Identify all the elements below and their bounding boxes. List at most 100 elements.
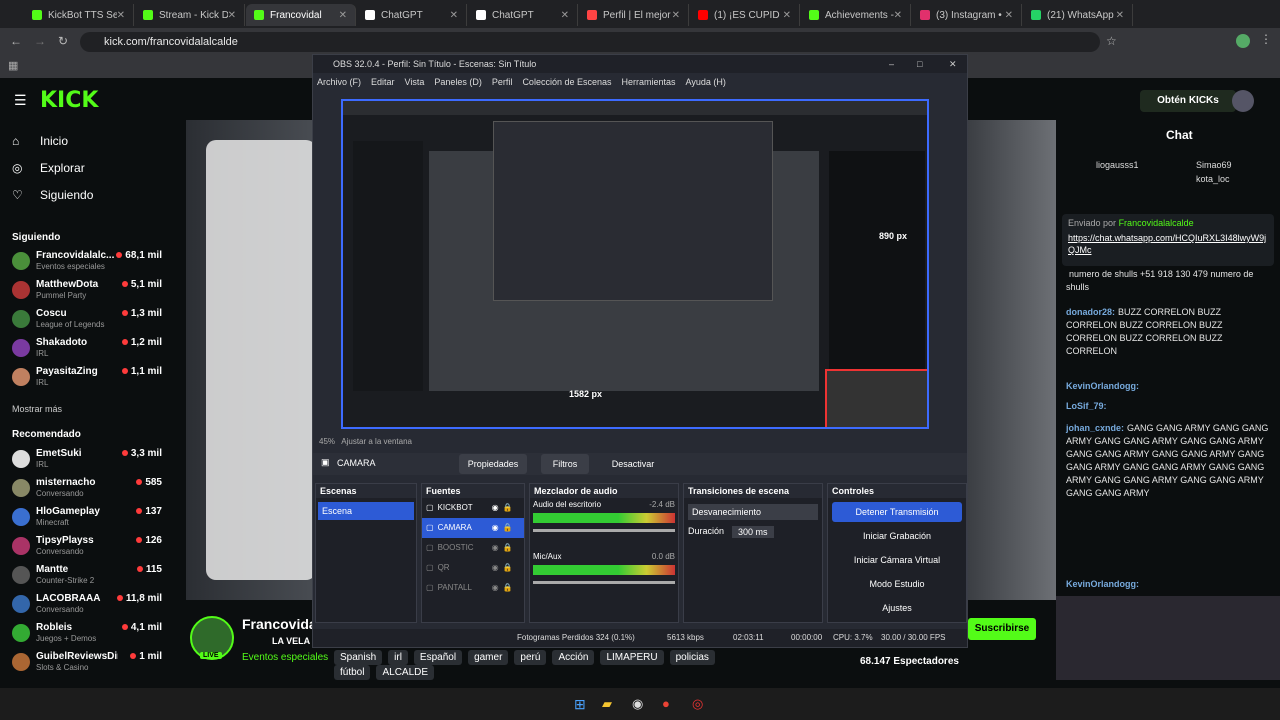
nav-explorar[interactable]: ◎ Explorar bbox=[12, 161, 85, 175]
browser-tab[interactable]: KickBot TTS Settin✕ bbox=[24, 4, 134, 26]
chrome-icon[interactable]: ● bbox=[662, 696, 670, 711]
transition-select[interactable]: Desvanecimiento bbox=[688, 504, 818, 520]
stream-tag[interactable]: Spanish bbox=[334, 650, 383, 665]
fit-text[interactable]: Ajustar a la ventana bbox=[341, 437, 412, 446]
kick-logo[interactable]: KICK bbox=[40, 88, 98, 113]
source-item[interactable]: ▢ QR ◉ 🔒 bbox=[422, 558, 524, 578]
following-channel[interactable]: Shakadoto IRL 1,2 mil bbox=[12, 337, 162, 363]
apps-grid-icon[interactable]: ▦ bbox=[8, 59, 18, 72]
recommended-channel[interactable]: HloGameplay Minecraft 137 bbox=[12, 506, 162, 532]
tab-close-icon[interactable]: ✕ bbox=[228, 10, 236, 21]
nav-inicio[interactable]: ⌂ Inicio bbox=[12, 134, 68, 148]
get-kicks-button[interactable]: Obtén KICKs bbox=[1140, 90, 1236, 112]
stream-tag[interactable]: fútbol bbox=[334, 665, 371, 680]
show-more-link[interactable]: Mostrar más bbox=[12, 404, 62, 414]
url-input[interactable]: kick.com/francovidalalcalde bbox=[80, 32, 1100, 52]
obs-menu-item[interactable]: Editar bbox=[371, 77, 395, 87]
chat-username[interactable]: KevinOrlandogg: bbox=[1066, 381, 1139, 391]
chat-username[interactable]: donador28: bbox=[1066, 307, 1115, 317]
tab-close-icon[interactable]: ✕ bbox=[450, 10, 458, 21]
lock-icon[interactable]: 🔒 bbox=[503, 558, 513, 578]
stream-tag[interactable]: Español bbox=[413, 650, 463, 665]
maximize-icon[interactable]: □ bbox=[917, 55, 922, 73]
source-item[interactable]: ▢ BOOSTIC ◉ 🔒 bbox=[422, 538, 524, 558]
chat-username[interactable]: LoSif_79: bbox=[1066, 401, 1107, 411]
eye-icon[interactable]: ◉ bbox=[492, 538, 499, 558]
eye-icon[interactable]: ◉ bbox=[492, 558, 499, 578]
source-item[interactable]: ▢ CAMARA ◉ 🔒 bbox=[422, 518, 524, 538]
user-avatar[interactable] bbox=[1232, 90, 1254, 112]
hamburger-icon[interactable]: ☰ bbox=[14, 92, 27, 109]
lock-icon[interactable]: 🔒 bbox=[503, 578, 513, 598]
forward-icon[interactable]: → bbox=[34, 34, 46, 48]
chat-username[interactable]: johan_cxnde: bbox=[1066, 423, 1124, 433]
tab-close-icon[interactable]: ✕ bbox=[894, 10, 902, 21]
stream-tag[interactable]: perú bbox=[514, 650, 547, 665]
recommended-channel[interactable]: Mantte Counter-Strike 2 115 bbox=[12, 564, 162, 590]
minimize-icon[interactable]: – bbox=[889, 55, 894, 73]
obs-menu-item[interactable]: Herramientas bbox=[622, 77, 676, 87]
obs-menu-item[interactable]: Perfil bbox=[492, 77, 513, 87]
stream-category[interactable]: Eventos especiales bbox=[242, 652, 328, 663]
browser-tab[interactable]: Stream - Kick Da ✕ bbox=[135, 4, 245, 26]
tab-close-icon[interactable]: ✕ bbox=[117, 10, 125, 21]
pinned-message[interactable]: Enviado por Francovidalalcalde https://c… bbox=[1062, 214, 1274, 266]
tab-close-icon[interactable]: ✕ bbox=[339, 10, 347, 21]
tab-close-icon[interactable]: ✕ bbox=[783, 10, 791, 21]
tab-close-icon[interactable]: ✕ bbox=[1116, 10, 1124, 21]
recommended-channel[interactable]: LACOBRAAA Conversando 11,8 mil bbox=[12, 593, 162, 619]
lock-icon[interactable]: 🔒 bbox=[503, 498, 513, 518]
obs-preview[interactable]: 890 px 1582 px bbox=[341, 99, 929, 429]
following-channel[interactable]: Francovidalalc... Eventos especiales 68,1 … bbox=[12, 250, 162, 276]
stream-tag[interactable]: policias bbox=[669, 650, 715, 665]
control-button[interactable]: Iniciar Cámara Virtual bbox=[832, 550, 962, 570]
recommended-channel[interactable]: Robleis Juegos + Demos 4,1 mil bbox=[12, 622, 162, 648]
browser-tab[interactable]: (1) ¡ES CUPID ✕ bbox=[690, 4, 800, 26]
obs-menu-item[interactable]: Ayuda (H) bbox=[686, 77, 726, 87]
tab-close-icon[interactable]: ✕ bbox=[1005, 10, 1013, 21]
recommended-channel[interactable]: misternacho Conversando 585 bbox=[12, 477, 162, 503]
browser-tab[interactable]: ChatGPT ✕ bbox=[468, 4, 578, 26]
windows-start-icon[interactable]: ⊞ bbox=[574, 696, 586, 713]
obs-menu-item[interactable]: Paneles (D) bbox=[434, 77, 482, 87]
stream-tag[interactable]: Acción bbox=[552, 650, 595, 665]
nav-siguiendo[interactable]: ♡ Siguiendo bbox=[12, 188, 93, 202]
streamer-name[interactable]: Francovidal bbox=[242, 616, 321, 632]
pinned-link[interactable]: https://chat.whatsapp.com/HCQIuRXL3I48lw… bbox=[1062, 232, 1274, 256]
profile-avatar[interactable] bbox=[1236, 34, 1250, 48]
control-button[interactable]: Iniciar Grabación bbox=[832, 526, 962, 546]
preview-camera-source[interactable] bbox=[825, 369, 927, 427]
eye-icon[interactable]: ◉ bbox=[492, 518, 499, 538]
scene-item[interactable]: Escena bbox=[318, 502, 414, 520]
source-item[interactable]: ▢ KICKBOT ◉ 🔒 bbox=[422, 498, 524, 518]
properties-button[interactable]: Propiedades bbox=[459, 454, 527, 474]
following-channel[interactable]: PayasitaZing IRL 1,1 mil bbox=[12, 366, 162, 392]
browser-tab[interactable]: Perfil | El mejor s ✕ bbox=[579, 4, 689, 26]
stream-tag[interactable]: gamer bbox=[468, 650, 509, 665]
back-icon[interactable]: ← bbox=[10, 34, 22, 48]
stream-tag[interactable]: ALCALDE bbox=[376, 665, 435, 680]
recommended-channel[interactable]: TipsyPlayss Conversando 126 bbox=[12, 535, 162, 561]
lock-icon[interactable]: 🔒 bbox=[503, 538, 513, 558]
close-icon[interactable]: ✕ bbox=[949, 55, 957, 73]
browser-tab[interactable]: (3) Instagram • M✕ bbox=[912, 4, 1022, 26]
menu-icon[interactable]: ⋮ bbox=[1260, 32, 1272, 46]
file-explorer-icon[interactable]: ▰ bbox=[602, 696, 612, 712]
stream-tag[interactable]: irl bbox=[388, 650, 408, 665]
reload-icon[interactable]: ↻ bbox=[58, 34, 68, 48]
filters-button[interactable]: Filtros bbox=[541, 454, 589, 474]
source-item[interactable]: ▢ PANTALL ◉ 🔒 bbox=[422, 578, 524, 598]
browser-tab[interactable]: Achievements - K✕ bbox=[801, 4, 911, 26]
chat-username[interactable]: KevinOrlandogg: bbox=[1066, 579, 1139, 589]
bookmark-star-icon[interactable]: ☆ bbox=[1106, 34, 1117, 48]
recommended-channel[interactable]: GuibelReviewsDir...Slots & Casino 1 mil bbox=[12, 651, 162, 677]
following-channel[interactable]: Coscu League of Legends 1,3 mil bbox=[12, 308, 162, 334]
control-button[interactable]: Modo Estudio bbox=[832, 574, 962, 594]
recommended-channel[interactable]: EmetSuki IRL 3,3 mil bbox=[12, 448, 162, 474]
tab-close-icon[interactable]: ✕ bbox=[672, 10, 680, 21]
subscribe-button[interactable]: Suscribirse bbox=[968, 618, 1036, 640]
deactivate-button[interactable]: Desactivar bbox=[603, 454, 663, 474]
eye-icon[interactable]: ◉ bbox=[492, 498, 499, 518]
obs-taskbar-icon[interactable]: ◉ bbox=[632, 696, 643, 712]
browser-tab[interactable]: Francovidal ✕ bbox=[246, 4, 356, 26]
